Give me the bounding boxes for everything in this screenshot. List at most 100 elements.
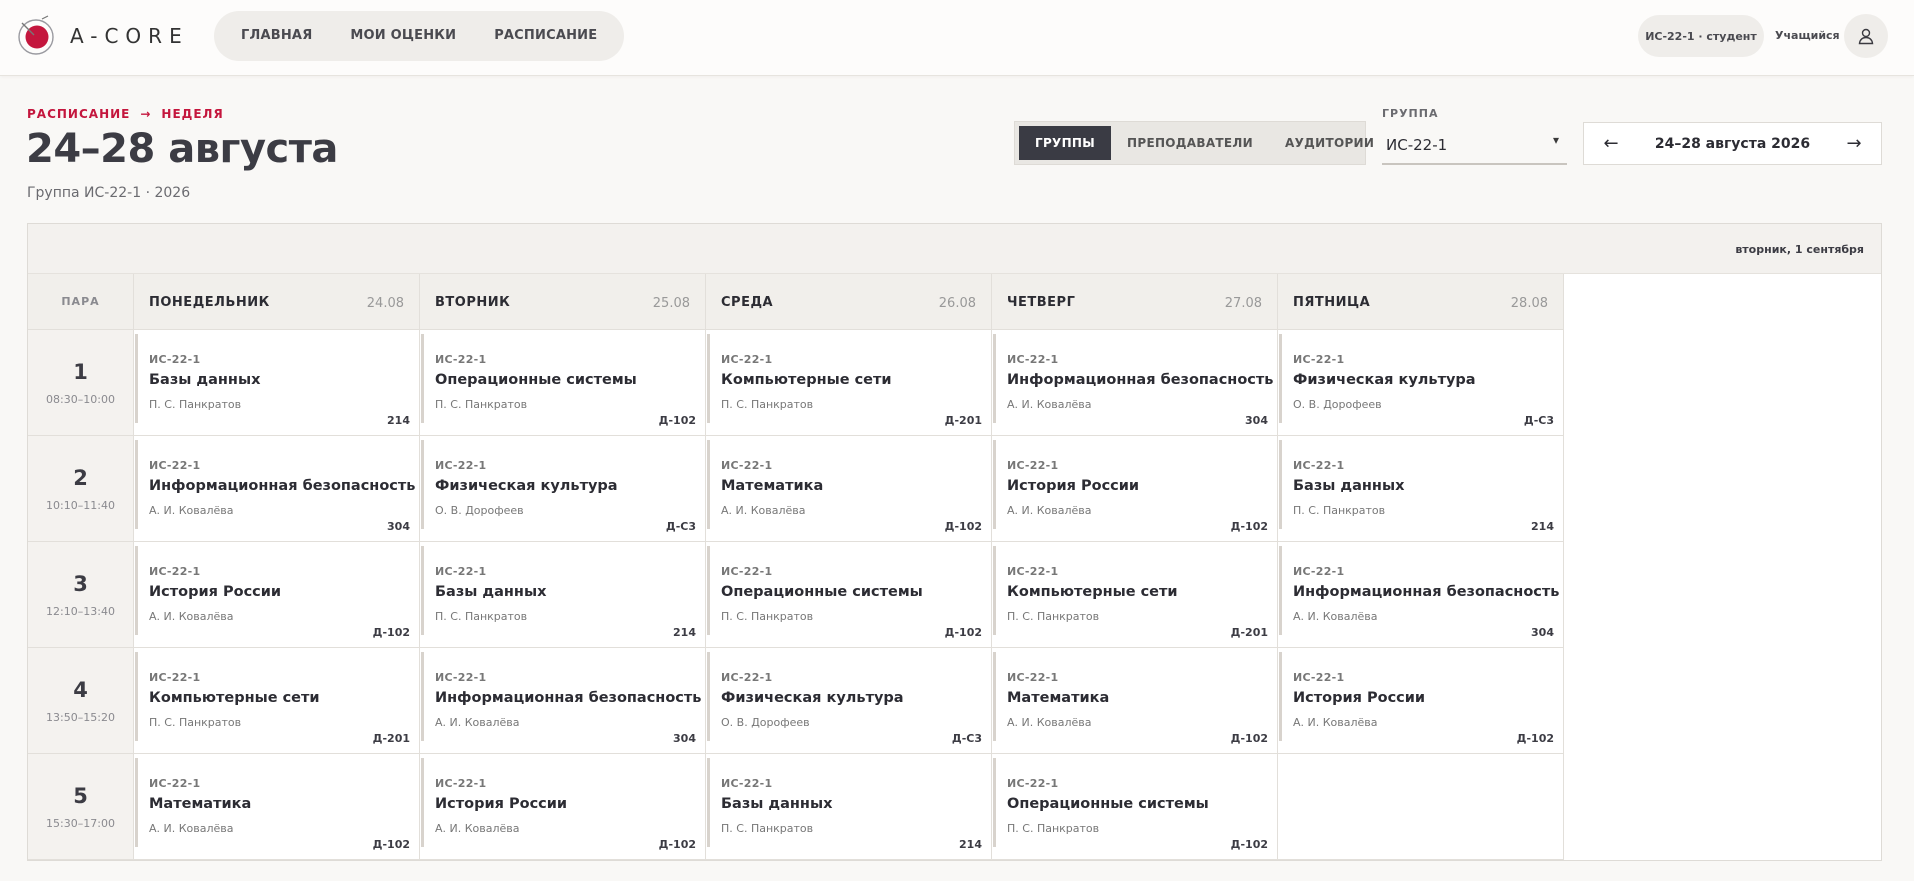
lesson-subject: Компьютерные сети [1007,584,1178,600]
group-select[interactable]: ИС-22-1 ▾ [1382,127,1567,165]
lesson-teacher: П. С. Панкратов [1007,610,1100,623]
lesson-card[interactable]: ИС-22-1 История России А. И. Ковалёва Д-102 [1278,648,1564,754]
lesson-card[interactable]: ИС-22-1 Информационная безопасность А. И. … [1278,542,1564,648]
period-time: 13:50–15:20 [46,711,115,724]
lesson-room: Д-102 [658,838,696,851]
lesson-subject: Математика [149,796,252,812]
lesson-room: 304 [387,520,410,533]
lesson-card[interactable]: ИС-22-1 Операционные системы П. С. Панкрат… [420,330,706,436]
lesson-room: Д-С3 [951,732,982,745]
lesson-group: ИС-22-1 [435,459,487,472]
period-time: 10:10–11:40 [46,499,115,512]
tab-teachers[interactable]: ПРЕПОДАВАТЕЛИ [1111,126,1269,160]
lesson-card[interactable]: ИС-22-1 История России А. И. Ковалёва Д-102 [420,754,706,860]
lesson-subject: Операционные системы [721,584,923,600]
nav-item-home[interactable]: ГЛАВНАЯ [227,11,326,61]
week-navigator: ← 24–28 августа 2026 → [1583,122,1882,165]
lesson-group: ИС-22-1 [1007,565,1059,578]
breadcrumb-root[interactable]: РАСПИСАНИЕ [27,107,130,121]
lesson-card[interactable]: ИС-22-1 Компьютерные сети П. С. Панкратов Д… [992,542,1278,648]
lesson-card[interactable]: ИС-22-1 Базы данных П. С. Панкратов 214 [1278,436,1564,542]
next-week-button[interactable]: → [1839,133,1869,154]
lesson-teacher: А. И. Ковалёва [1007,716,1092,729]
period-number: 2 [73,466,88,490]
lesson-card[interactable]: ИС-22-1 Базы данных П. С. Панкратов 214 [706,754,992,860]
lesson-teacher: А. И. Ковалёва [149,822,234,835]
lesson-room: 214 [673,626,696,639]
lesson-group: ИС-22-1 [1007,353,1059,366]
lesson-teacher: А. И. Ковалёва [1007,398,1092,411]
period-cell: 5 15:30–17:00 [28,754,134,860]
day-name: ПЯТНИЦА [1293,295,1371,310]
period-time: 15:30–17:00 [46,817,115,830]
schedule-table: вторник, 1 сентября ПАРА ПОНЕДЕЛЬНИК 24.0… [27,223,1882,861]
lesson-card[interactable]: ИС-22-1 История России А. И. Ковалёва Д-102 [134,542,420,648]
lesson-room: Д-102 [1230,520,1268,533]
lesson-room: Д-201 [944,414,982,427]
lesson-teacher: А. И. Ковалёва [435,822,520,835]
lesson-subject: Физическая культура [435,478,618,494]
prev-week-button[interactable]: ← [1596,133,1626,154]
lesson-card[interactable]: ИС-22-1 Базы данных П. С. Панкратов 214 [420,542,706,648]
period-cell: 4 13:50–15:20 [28,648,134,754]
lesson-subject: Физическая культура [721,690,904,706]
lesson-card[interactable]: ИС-22-1 Информационная безопасность А. И. … [992,330,1278,436]
lesson-card[interactable]: ИС-22-1 Математика А. И. Ковалёва Д-102 [706,436,992,542]
lesson-room: Д-201 [1230,626,1268,639]
lesson-group: ИС-22-1 [721,777,773,790]
role-badge[interactable]: ИС-22-1 · студент [1638,15,1764,57]
lesson-card[interactable]: ИС-22-1 Информационная безопасность А. И. … [134,436,420,542]
day-header: ЧЕТВЕРГ 27.08 [992,274,1278,330]
lesson-teacher: А. И. Ковалёва [149,504,234,517]
lesson-group: ИС-22-1 [1007,777,1059,790]
period-number: 1 [73,360,88,384]
period-number: 3 [73,572,88,596]
lesson-subject: Физическая культура [1293,372,1476,388]
lesson-teacher: П. С. Панкратов [435,398,528,411]
nav-item-grades[interactable]: МОИ ОЦЕНКИ [336,11,470,61]
lesson-room: 214 [1531,520,1554,533]
lesson-card[interactable]: ИС-22-1 Базы данных П. С. Панкратов 214 [134,330,420,436]
lesson-card[interactable]: ИС-22-1 Операционные системы П. С. Панкрат… [706,542,992,648]
chevron-down-icon: ▾ [1552,133,1559,147]
lesson-room: Д-102 [1516,732,1554,745]
lesson-card[interactable]: ИС-22-1 Компьютерные сети П. С. Панкратов Д… [134,648,420,754]
lesson-card[interactable]: ИС-22-1 Физическая культура О. В. Дорофеев… [420,436,706,542]
tab-rooms[interactable]: АУДИТОРИИ [1269,126,1390,160]
lesson-group: ИС-22-1 [1293,353,1345,366]
lesson-card[interactable]: ИС-22-1 Математика А. И. Ковалёва Д-102 [134,754,420,860]
period-cell: 3 12:10–13:40 [28,542,134,648]
lesson-card[interactable]: ИС-22-1 История России А. И. Ковалёва Д-102 [992,436,1278,542]
day-header: ПЯТНИЦА 28.08 [1278,274,1564,330]
lesson-room: 214 [959,838,982,851]
avatar[interactable] [1844,14,1888,58]
lesson-subject: Операционные системы [435,372,637,388]
lesson-subject: Информационная безопасность [1007,372,1274,388]
group-select-label: ГРУППА [1382,107,1439,120]
lesson-subject: Базы данных [1293,478,1405,494]
lesson-teacher: А. И. Ковалёва [721,504,806,517]
nav-item-schedule[interactable]: РАСПИСАНИЕ [480,11,611,61]
lesson-card[interactable]: ИС-22-1 Операционные системы П. С. Панкрат… [992,754,1278,860]
lesson-card[interactable]: ИС-22-1 Математика А. И. Ковалёва Д-102 [992,648,1278,754]
lesson-room: Д-С3 [665,520,696,533]
logo-icon [18,15,54,55]
lesson-room: Д-102 [1230,732,1268,745]
lesson-card[interactable]: ИС-22-1 Физическая культура О. В. Дорофеев… [1278,330,1564,436]
lesson-teacher: П. С. Панкратов [149,716,242,729]
logo[interactable]: A-CORE [18,15,189,57]
lesson-subject: Информационная безопасность [435,690,702,706]
breadcrumb: РАСПИСАНИЕ → НЕДЕЛЯ [27,107,224,121]
lesson-subject: Компьютерные сети [721,372,892,388]
lesson-subject: Математика [721,478,824,494]
lesson-card[interactable]: ИС-22-1 Компьютерные сети П. С. Панкратов Д… [706,330,992,436]
page-title: 24–28 августа [26,126,338,172]
day-name: ПОНЕДЕЛЬНИК [149,295,270,310]
lesson-subject: История России [435,796,568,812]
tab-groups[interactable]: ГРУППЫ [1019,126,1112,160]
group-select-value: ИС-22-1 [1386,136,1448,154]
lesson-card[interactable]: ИС-22-1 Физическая культура О. В. Дорофеев… [706,648,992,754]
lesson-card[interactable]: ИС-22-1 Информационная безопасность А. И. … [420,648,706,754]
lesson-teacher: П. С. Панкратов [721,610,814,623]
lesson-room: Д-102 [372,626,410,639]
